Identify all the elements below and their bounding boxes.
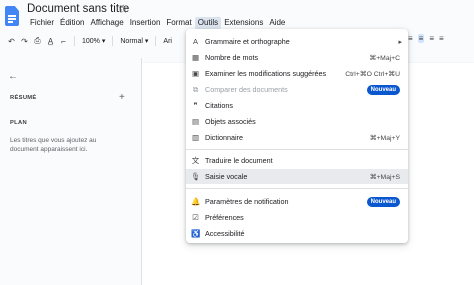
microphone-icon: 🎙 — [191, 172, 201, 181]
menu-item-dictionary[interactable]: ▥ Dictionnaire ⌘+Maj+Y — [186, 130, 408, 145]
spellcheck-icon: A — [192, 37, 198, 46]
word-count-icon: ▦ — [191, 53, 200, 62]
quote-icon: ❞ — [193, 101, 198, 110]
accessibility-icon: ♿ — [191, 229, 201, 238]
menu-item-label: Accessibilité — [205, 229, 245, 238]
align-justify-icon[interactable]: ≡ — [439, 34, 444, 43]
arrow-left-icon[interactable]: ← — [8, 71, 18, 82]
toolbar-divider — [112, 36, 114, 46]
document-title[interactable]: Document sans titre — [27, 3, 129, 15]
menu-item-compare-documents[interactable]: ⧉ Comparer des documents Nouveau — [186, 82, 408, 97]
menu-item-translate[interactable]: 文 Traduire le document — [186, 153, 408, 168]
redo-icon[interactable]: ↷ — [18, 37, 31, 46]
print-icon[interactable]: ⎙ — [31, 36, 44, 46]
toolbar-divider — [155, 36, 157, 46]
review-icon: ▣ — [191, 69, 200, 78]
menu-bar: Fichier Édition Affichage Insertion Form… — [27, 17, 288, 29]
align-left-icon[interactable]: ≡ — [408, 34, 413, 43]
align-center-icon[interactable]: ≡ — [417, 34, 425, 43]
new-badge: Nouveau — [366, 196, 400, 207]
menu-item-voice-typing[interactable]: 🎙 Saisie vocale ⌘+Maj+S — [186, 169, 408, 184]
bell-icon: 🔔 — [191, 197, 201, 206]
menu-insertion[interactable]: Insertion — [127, 17, 164, 29]
menu-aide[interactable]: Aide — [266, 17, 288, 29]
menu-item-label: Préférences — [205, 213, 244, 222]
menu-divider — [186, 149, 408, 150]
menu-item-shortcut: ⌘+Maj+C — [369, 54, 400, 62]
preferences-icon: ☑ — [192, 213, 199, 222]
dictionary-icon: ▥ — [191, 133, 200, 142]
style-select[interactable]: Normal ▾ — [117, 37, 151, 45]
menu-extensions[interactable]: Extensions — [221, 17, 266, 29]
alignment-group: ≡ ≡ ≡ ≡ — [408, 34, 444, 43]
spellcheck-toolbar-icon[interactable]: A̲ — [44, 37, 57, 46]
docs-logo-icon[interactable] — [5, 6, 19, 26]
linked-objects-icon: ▤ — [191, 117, 200, 126]
menu-item-label: Traduire le document — [205, 156, 273, 165]
add-summary-icon[interactable]: + — [119, 92, 125, 103]
menu-item-word-count[interactable]: ▦ Nombre de mots ⌘+Maj+C — [186, 50, 408, 65]
menu-item-accessibility[interactable]: ♿ Accessibilité — [186, 226, 408, 241]
menu-item-label: Objets associés — [205, 117, 256, 126]
menu-item-label: Nombre de mots — [205, 53, 259, 62]
menu-item-label: Dictionnaire — [205, 133, 243, 142]
style-value: Normal — [120, 38, 143, 45]
summary-heading: RÉSUMÉ — [10, 95, 37, 101]
menu-divider — [186, 188, 408, 189]
zoom-value: 100% — [82, 38, 100, 45]
menu-item-label: Comparer des documents — [205, 85, 288, 94]
tools-dropdown-menu: A Grammaire et orthographe ▸ ▦ Nombre de… — [186, 29, 408, 243]
menu-item-label: Grammaire et orthographe — [205, 37, 290, 46]
menu-item-citations[interactable]: ❞ Citations — [186, 98, 408, 113]
menu-item-shortcut: ⌘+Maj+Y — [369, 134, 400, 142]
paint-format-icon[interactable]: ⌐ — [57, 37, 70, 46]
compare-icon: ⧉ — [192, 84, 199, 94]
menu-item-preferences[interactable]: ☑ Préférences — [186, 210, 408, 225]
menu-item-label: Citations — [205, 101, 233, 110]
align-right-icon[interactable]: ≡ — [429, 34, 434, 43]
font-value: Ari — [163, 37, 172, 45]
font-select[interactable]: Ari — [160, 38, 175, 45]
menu-item-shortcut: ⌘+Maj+S — [369, 173, 400, 181]
menu-format[interactable]: Format — [163, 17, 194, 29]
menu-item-shortcut: Ctrl+⌘O Ctrl+⌘U — [345, 70, 400, 78]
menu-edition[interactable]: Édition — [57, 17, 87, 29]
menu-item-grammar[interactable]: A Grammaire et orthographe ▸ — [186, 34, 408, 49]
undo-icon[interactable]: ↶ — [5, 37, 18, 46]
outline-heading: PLAN — [10, 120, 27, 126]
chevron-right-icon: ▸ — [398, 38, 402, 46]
translate-icon: 文 — [191, 156, 200, 165]
menu-fichier[interactable]: Fichier — [27, 17, 57, 29]
menu-item-label: Examiner les modifications suggérées — [205, 69, 327, 78]
menu-item-linked-objects[interactable]: ▤ Objets associés — [186, 114, 408, 129]
star-icon[interactable]: ☆ — [118, 2, 129, 16]
menu-item-label: Saisie vocale — [205, 172, 248, 181]
menu-outils[interactable]: Outils — [194, 17, 222, 29]
menu-item-review-suggestions[interactable]: ▣ Examiner les modifications suggérées C… — [186, 66, 408, 81]
toolbar-divider — [74, 36, 75, 46]
menu-affichage[interactable]: Affichage — [87, 17, 126, 29]
outline-description: Les titres que vous ajoutez au document … — [10, 137, 97, 153]
zoom-select[interactable]: 100% ▾ — [79, 37, 108, 45]
menu-item-notification-settings[interactable]: 🔔 Paramètres de notification Nouveau — [186, 194, 408, 209]
menu-item-label: Paramètres de notification — [205, 197, 289, 206]
new-badge: Nouveau — [366, 84, 400, 95]
